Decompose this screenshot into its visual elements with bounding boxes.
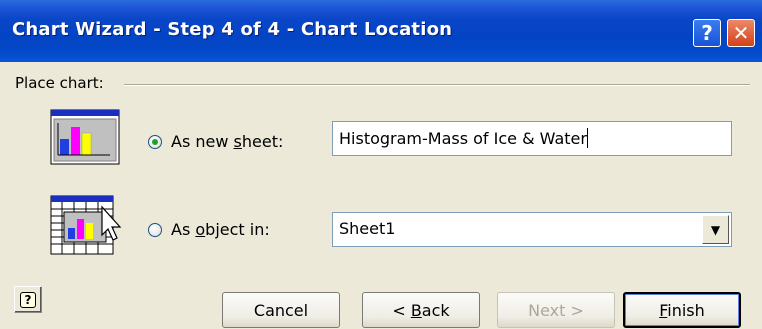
group-divider (124, 84, 750, 86)
back-label: < Back (392, 301, 449, 320)
question-icon: ? (701, 21, 713, 45)
cancel-label: Cancel (253, 300, 309, 320)
text-caret (586, 128, 588, 148)
dropdown-arrow-button[interactable]: ▼ (702, 215, 729, 244)
input-value: Histogram-Mass of Ice & Water (339, 129, 587, 148)
label-text: heet: (241, 132, 284, 151)
label-text: < (392, 300, 411, 320)
finish-label: Finish (659, 301, 705, 320)
label-accelerator: o (195, 220, 206, 239)
next-label: Next > (528, 300, 584, 320)
as-new-sheet-label: As new sheet: (171, 132, 283, 151)
close-icon: ✕ (732, 21, 750, 45)
label-accelerator: B (410, 300, 422, 320)
close-button[interactable]: ✕ (727, 19, 755, 47)
label-text: bject in: (205, 220, 270, 239)
new-sheet-name-input[interactable]: Histogram-Mass of Ice & Water (332, 121, 732, 156)
new-sheet-chart-icon (50, 109, 120, 165)
title-bar[interactable]: Chart Wizard - Step 4 of 4 - Chart Locat… (0, 0, 762, 62)
label-text: As new (171, 132, 234, 151)
place-chart-label: Place chart: (15, 74, 104, 92)
help-title-button[interactable]: ? (693, 19, 721, 47)
label-text: inish (667, 300, 705, 320)
window-title: Chart Wizard - Step 4 of 4 - Chart Locat… (12, 19, 453, 40)
as-object-in-radio[interactable]: As object in: (148, 220, 270, 239)
finish-button[interactable]: Finish (623, 292, 741, 328)
as-object-in-label: As object in: (171, 220, 270, 239)
back-button[interactable]: < Back (362, 292, 480, 328)
label-text: As (171, 220, 196, 239)
cancel-button[interactable]: Cancel (222, 292, 340, 328)
chevron-down-icon: ▼ (710, 222, 721, 237)
radio-indicator-unchecked[interactable] (148, 222, 162, 237)
help-icon: ? (20, 291, 36, 308)
radio-indicator-checked[interactable] (148, 134, 162, 149)
label-accelerator: s (233, 132, 242, 151)
next-button-disabled: Next > (497, 292, 615, 328)
chart-wizard-dialog: Chart Wizard - Step 4 of 4 - Chart Locat… (0, 0, 762, 329)
office-assistant-help-button[interactable]: ? (14, 286, 42, 313)
select-value: Sheet1 (339, 219, 396, 238)
object-sheet-select[interactable]: Sheet1 ▼ (332, 212, 732, 247)
as-new-sheet-radio[interactable]: As new sheet: (148, 132, 283, 151)
label-text: ack (421, 300, 450, 320)
embedded-chart-icon (50, 195, 126, 257)
